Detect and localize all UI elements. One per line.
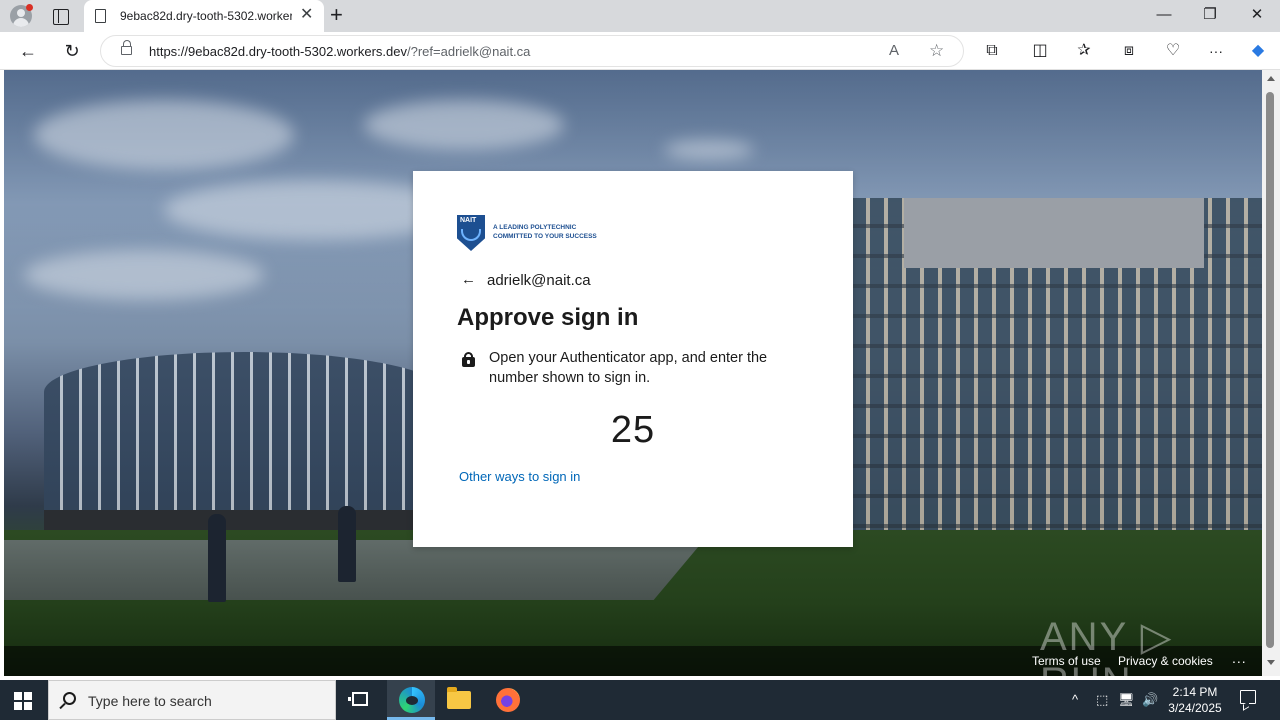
- privacy-link[interactable]: Privacy & cookies: [1118, 654, 1213, 668]
- address-bar[interactable]: https://9ebac82d.dry-tooth-5302.workers.…: [100, 35, 964, 67]
- tray-chevron-icon[interactable]: ^: [1072, 691, 1078, 709]
- edge-taskbar-button[interactable]: [387, 680, 435, 720]
- clock-date: 3/24/2025: [1168, 701, 1222, 715]
- tab-active[interactable]: 9ebac82d.dry-tooth-5302.worker ✕: [84, 0, 324, 32]
- back-arrow-icon[interactable]: ←: [461, 271, 476, 289]
- task-view-icon: [348, 692, 368, 706]
- search-icon: [63, 692, 76, 705]
- logo-wave: [461, 229, 481, 241]
- notification-icon[interactable]: [1240, 690, 1256, 704]
- file-explorer-button[interactable]: [435, 680, 483, 720]
- firefox-button[interactable]: [484, 680, 532, 720]
- terms-link[interactable]: Terms of use: [1032, 654, 1101, 668]
- profile-notification-dot: [26, 4, 33, 11]
- minimize-button[interactable]: —: [1152, 4, 1176, 26]
- cloud: [664, 140, 754, 160]
- collections-icon[interactable]: ⧈: [1117, 39, 1141, 63]
- tab-title: 9ebac82d.dry-tooth-5302.worker: [120, 9, 292, 23]
- taskbar-search[interactable]: Type here to search: [48, 680, 336, 720]
- network-icon[interactable]: 🖥: [1118, 691, 1135, 709]
- url-domain: 9ebac82d.dry-tooth-5302.workers.dev: [188, 44, 407, 59]
- sign-in-card: NAIT A LEADING POLYTECHNIC COMMITTED TO …: [413, 171, 853, 547]
- building-campus-top: [904, 198, 1204, 268]
- page-icon: [95, 9, 106, 23]
- tab-close-icon[interactable]: ✕: [300, 7, 313, 23]
- taskbar: Type here to search ^ ⬚ 🖥 🔊 2:14 PM 3/24…: [0, 680, 1280, 720]
- copilot-icon[interactable]: ◆: [1246, 39, 1270, 63]
- search-placeholder: Type here to search: [88, 693, 212, 709]
- windows-start-icon[interactable]: [14, 692, 32, 710]
- nait-shield-icon: NAIT: [457, 215, 485, 251]
- logo-tagline-line1: A LEADING POLYTECHNIC: [493, 224, 577, 231]
- page-title: Approve sign in: [457, 304, 639, 331]
- meet-now-icon[interactable]: ⬚: [1096, 691, 1108, 709]
- logo-shield-text: NAIT: [460, 217, 477, 224]
- page-background: ANY ▷ RUN Terms of use Privacy & cookies…: [4, 70, 1262, 676]
- taskbar-clock[interactable]: 2:14 PM 3/24/2025: [1160, 684, 1230, 716]
- back-button[interactable]: ←: [16, 39, 40, 63]
- scroll-up-icon[interactable]: [1267, 76, 1275, 81]
- extensions-icon[interactable]: ⧉: [980, 39, 1004, 63]
- scroll-down-icon[interactable]: [1267, 660, 1275, 665]
- cloud: [364, 100, 564, 150]
- url-text[interactable]: https://9ebac82d.dry-tooth-5302.workers.…: [149, 44, 530, 59]
- settings-menu-icon[interactable]: ···: [1204, 39, 1228, 63]
- address-toolbar: ← ↻ https://9ebac82d.dry-tooth-5302.work…: [0, 32, 1280, 70]
- other-ways-link[interactable]: Other ways to sign in: [459, 469, 580, 484]
- nait-logo: NAIT A LEADING POLYTECHNIC COMMITTED TO …: [457, 215, 617, 251]
- new-tab-button[interactable]: +: [330, 3, 343, 27]
- firefox-icon: [496, 688, 520, 712]
- tab-strip: 9ebac82d.dry-tooth-5302.worker ✕ + — ❐ ✕: [0, 0, 1280, 32]
- clock-time: 2:14 PM: [1172, 685, 1218, 699]
- split-screen-icon[interactable]: ◫: [1028, 39, 1052, 63]
- url-protocol: https://: [149, 44, 189, 59]
- restore-button[interactable]: ❐: [1198, 4, 1222, 26]
- display-sign-number: 25: [610, 409, 656, 451]
- read-aloud-icon[interactable]: A: [889, 41, 899, 61]
- instruction-text: Open your Authenticator app, and enter t…: [489, 350, 768, 386]
- folder-icon: [447, 687, 471, 709]
- favorite-star-icon[interactable]: ☆: [929, 41, 944, 61]
- cloud: [34, 100, 294, 170]
- logo-tagline-line2: COMMITTED TO YOUR SUCCESS: [493, 233, 597, 240]
- identity-email: adrielk@nait.ca: [487, 272, 591, 289]
- edge-icon: [399, 687, 425, 713]
- scroll-thumb[interactable]: [1266, 92, 1274, 648]
- logo-tagline: A LEADING POLYTECHNIC COMMITTED TO YOUR …: [493, 223, 597, 241]
- person-figure: [208, 514, 226, 602]
- lock-icon[interactable]: [121, 40, 132, 55]
- close-window-button[interactable]: ✕: [1245, 4, 1269, 26]
- authenticator-lock-icon: [462, 352, 475, 367]
- task-view-button[interactable]: [336, 680, 384, 720]
- browser-essentials-icon[interactable]: ♡: [1161, 39, 1185, 63]
- reload-button[interactable]: ↻: [60, 39, 84, 63]
- favorites-icon[interactable]: ✰: [1072, 39, 1096, 63]
- tab-actions-icon[interactable]: [50, 6, 70, 26]
- more-options-button[interactable]: ...: [1232, 650, 1247, 666]
- volume-icon[interactable]: 🔊: [1142, 691, 1158, 709]
- page-scrollbar[interactable]: [1262, 70, 1280, 676]
- person-figure: [338, 506, 356, 582]
- url-path: /?ref=adrielk@nait.ca: [407, 44, 531, 59]
- cloud: [24, 250, 264, 300]
